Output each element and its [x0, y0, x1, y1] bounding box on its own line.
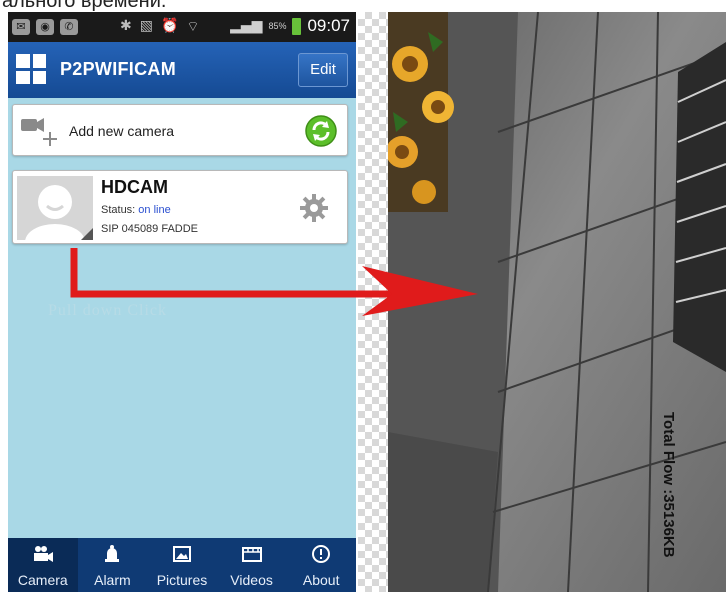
about-icon [312, 545, 331, 563]
pull-down-hint: Pull down Click [48, 302, 168, 319]
camera-icon [33, 546, 53, 562]
camera-status-value: on line [138, 204, 171, 216]
tab-videos[interactable]: Videos [217, 538, 287, 592]
tab-pictures[interactable]: Pictures [147, 538, 217, 592]
videos-icon [241, 547, 262, 562]
tab-alarm[interactable]: Alarm [78, 538, 148, 592]
cropped-caption: ального времени. [0, 0, 726, 12]
signal-icon: ▂▄▆ [230, 18, 263, 34]
status-clock: 09:07 [307, 16, 350, 35]
sunflower-decoration [388, 12, 454, 212]
add-camera-row[interactable]: Add new camera [12, 104, 348, 156]
phone-screen: ✉ ◉ ✆ ✱ ▧ ⏰ ⌔ ▂▄▆ 85% 09:07 P2PWIFICAM E… [8, 12, 356, 592]
bluetooth-icon: ✱ [120, 18, 132, 34]
transparency-strip [358, 12, 388, 592]
camera-status-label: Status: [101, 204, 139, 216]
message-icon: ✉ [12, 19, 30, 35]
edit-button[interactable]: Edit [298, 53, 348, 87]
camera-list-item[interactable]: HDCAM Status: on line SIP 045089 FADDE [12, 170, 348, 244]
camera-status: Status: on line [101, 204, 171, 216]
app-notification-icon: ◉ [36, 19, 54, 35]
viber-icon: ✆ [60, 19, 78, 35]
avatar-placeholder-icon [17, 176, 93, 240]
tab-about-label: About [302, 572, 340, 588]
wifi-icon: ⌔ [186, 19, 200, 35]
status-bar: ✉ ◉ ✆ ✱ ▧ ⏰ ⌔ ▂▄▆ 85% 09:07 [8, 12, 356, 42]
bottom-nav: Camera Alarm Pictures Videos About [8, 538, 356, 592]
cropped-caption-text: ального времени. [2, 0, 167, 12]
alarm-icon [105, 545, 120, 562]
tab-videos-label: Videos [230, 572, 273, 588]
alarm-clock-icon: ⏰ [160, 18, 179, 34]
app-title: P2PWIFICAM [60, 59, 177, 79]
camera-sip-id: SIP 045089 FADDE [101, 223, 199, 235]
pictures-icon [172, 546, 191, 562]
camera-name: HDCAM [101, 177, 168, 197]
tab-alarm-label: Alarm [94, 572, 131, 588]
add-camera-icon [21, 118, 57, 146]
app-grid-icon[interactable] [16, 54, 46, 84]
battery-percent: 85% [268, 21, 287, 31]
tab-camera[interactable]: Camera [8, 538, 78, 592]
app-header: P2PWIFICAM Edit [8, 42, 356, 98]
tab-camera-label: Camera [17, 572, 68, 588]
battery-icon [292, 17, 302, 35]
total-flow-readout: Total Flow :35136KB [660, 412, 677, 558]
tab-about[interactable]: About [286, 538, 356, 592]
gear-icon[interactable] [299, 193, 329, 223]
add-camera-label: Add new camera [69, 123, 175, 139]
refresh-icon[interactable] [305, 115, 337, 147]
camera-thumbnail[interactable] [17, 176, 93, 240]
nfc-icon: ▧ [139, 18, 153, 34]
tab-pictures-label: Pictures [156, 572, 208, 588]
